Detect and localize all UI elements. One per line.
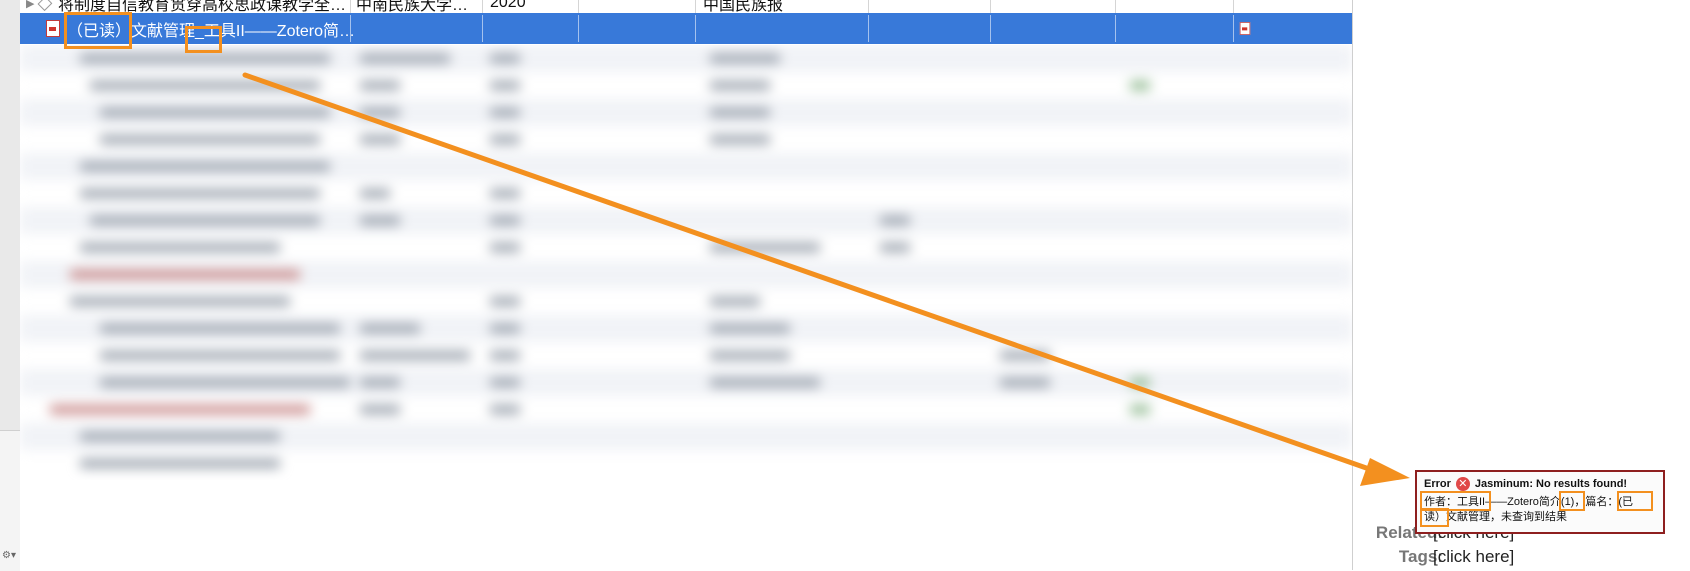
list-item bbox=[20, 234, 1352, 261]
column-divider bbox=[482, 15, 483, 42]
error-label: Error bbox=[1424, 478, 1451, 490]
error-message: Jasminum: No results found! bbox=[1474, 478, 1628, 490]
list-item bbox=[20, 99, 1352, 126]
tags-link[interactable]: [click here] bbox=[1433, 547, 1514, 567]
notification-body-line-2: 读）文献管理，未查询到结果 bbox=[1424, 511, 1567, 523]
list-item bbox=[20, 126, 1352, 153]
list-item bbox=[20, 261, 1352, 288]
list-item bbox=[20, 180, 1352, 207]
blurred-rows-content bbox=[20, 45, 1352, 480]
column-divider bbox=[990, 15, 991, 42]
collections-pane-edge: ⚙▾ bbox=[0, 0, 21, 571]
column-divider bbox=[350, 15, 351, 42]
list-item bbox=[20, 72, 1352, 99]
annotation-box-read-prefix bbox=[64, 12, 132, 49]
list-item bbox=[20, 288, 1352, 315]
list-item bbox=[20, 423, 1352, 450]
list-item bbox=[20, 207, 1352, 234]
attachment-pdf-icon[interactable] bbox=[1239, 22, 1251, 35]
column-divider bbox=[1233, 15, 1234, 42]
list-item bbox=[20, 369, 1352, 396]
error-x-icon: ✕ bbox=[1455, 477, 1470, 491]
blurred-rows bbox=[20, 45, 1352, 480]
attachment-cell[interactable] bbox=[1238, 13, 1252, 44]
list-item bbox=[20, 153, 1352, 180]
column-divider bbox=[695, 15, 696, 42]
tags-label: Tags: bbox=[1398, 547, 1443, 566]
notification-title: Error ✕ Jasminum: No results found! bbox=[1424, 477, 1656, 491]
list-item bbox=[20, 342, 1352, 369]
expand-twisty-icon[interactable]: ▶ bbox=[26, 0, 34, 10]
annotation-box-underscore bbox=[185, 26, 222, 53]
item-type-icon bbox=[37, 0, 53, 11]
settings-dropdown-icon[interactable]: ⚙▾ bbox=[2, 550, 16, 561]
column-divider bbox=[868, 15, 869, 42]
pdf-icon bbox=[46, 20, 60, 37]
column-divider bbox=[1115, 15, 1116, 42]
annotation-box-read-close bbox=[1420, 508, 1449, 527]
list-item bbox=[20, 315, 1352, 342]
column-divider bbox=[578, 15, 579, 42]
list-item bbox=[20, 450, 1352, 477]
list-item bbox=[20, 396, 1352, 423]
annotation-box-suffix bbox=[1559, 491, 1585, 511]
annotation-box-read-open bbox=[1617, 491, 1653, 511]
